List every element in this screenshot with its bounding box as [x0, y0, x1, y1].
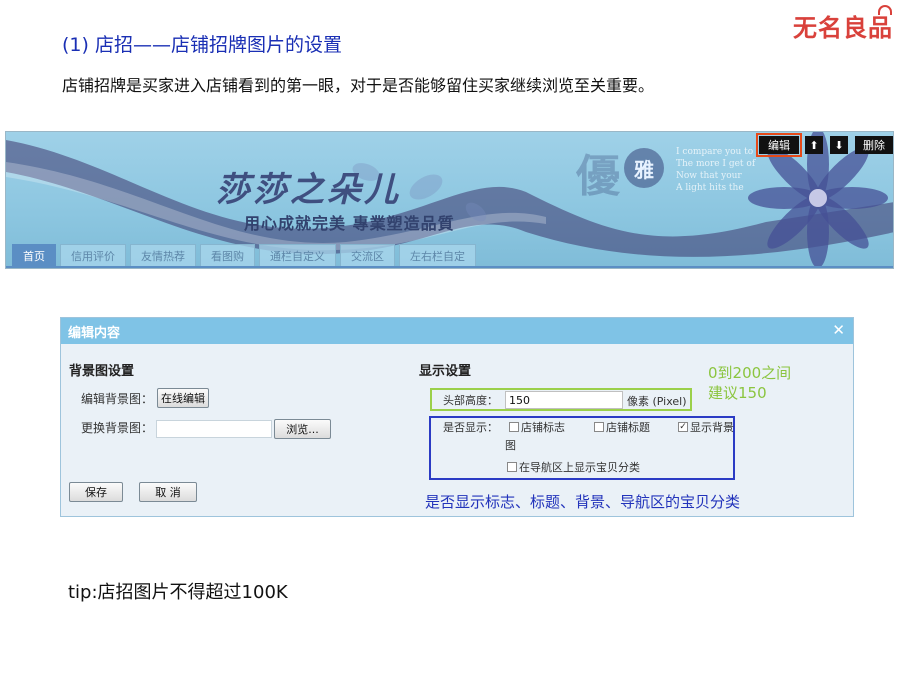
checkbox-show-background[interactable]: ✓ 显示背景	[678, 419, 734, 435]
tip-text: tip:店招图片不得超过100K	[68, 582, 288, 603]
banner-delete-button[interactable]: 删除	[855, 136, 893, 154]
edit-online-button[interactable]: 在线编辑	[157, 388, 209, 408]
nav-tab-forum[interactable]: 交流区	[340, 244, 395, 266]
checkbox-shop-logo[interactable]: 店铺标志	[509, 419, 565, 435]
height-unit: 像素 (Pixel)	[627, 395, 687, 408]
edit-bg-label: 编辑背景图：	[81, 392, 154, 406]
shop-slogan: 用心成就完美 專業塑造品質	[244, 214, 455, 233]
height-range-note: 0到200之间 建议150	[708, 364, 792, 402]
header-height-input[interactable]: 150	[505, 391, 623, 409]
nav-divider	[6, 266, 893, 268]
nav-tab-friends[interactable]: 友情热荐	[130, 244, 196, 266]
show-label: 是否显示：	[443, 421, 498, 434]
move-down-icon[interactable]: ⬇	[830, 136, 848, 154]
section-title: (1) 店招——店铺招牌图片的设置	[62, 34, 342, 56]
nav-tab-custom-bar[interactable]: 通栏自定义	[259, 244, 336, 266]
shop-nav: 首页 信用评价 友情热荐 看图购 通栏自定义 交流区 左右栏自定	[12, 244, 480, 266]
checkbox-box[interactable]	[594, 422, 604, 432]
bg-file-input[interactable]	[156, 420, 272, 438]
nav-tab-credit[interactable]: 信用评价	[60, 244, 126, 266]
cancel-button[interactable]: 取 消	[139, 482, 197, 502]
browse-button[interactable]: 浏览...	[274, 419, 331, 439]
move-up-icon[interactable]: ⬆	[805, 136, 823, 154]
change-bg-label: 更换背景图：	[81, 421, 154, 435]
nav-tab-home[interactable]: 首页	[12, 244, 56, 266]
checkbox-shop-title[interactable]: 店铺标题	[594, 419, 650, 435]
display-options-note: 是否显示标志、标题、背景、导航区的宝贝分类	[425, 493, 741, 511]
shopping-bag-icon	[878, 5, 892, 15]
banner-poem: I compare you to The more I get of Now t…	[676, 147, 756, 193]
checkbox-nav-categories[interactable]: 在导航区上显示宝贝分类	[507, 459, 640, 475]
dialog-header: 编辑内容 ✕	[61, 318, 853, 344]
save-button[interactable]: 保存	[69, 482, 123, 502]
checkbox-box[interactable]	[509, 422, 519, 432]
edit-dialog: 编辑内容 ✕ 背景图设置 编辑背景图： 在线编辑 更换背景图： 浏览... 保存…	[60, 317, 854, 517]
shop-banner: 優 雅 I compare you to The more I get of N…	[5, 131, 894, 269]
banner-elegant-char: 優	[576, 151, 620, 202]
dialog-title: 编辑内容	[68, 325, 121, 341]
close-icon[interactable]: ✕	[832, 321, 845, 339]
nav-tab-side-custom[interactable]: 左右栏自定	[399, 244, 476, 266]
banner-elegant-badge: 雅	[624, 148, 664, 188]
display-settings-heading: 显示设置	[419, 364, 472, 379]
checkmark-icon[interactable]: ✓	[678, 422, 688, 432]
bg-settings-heading: 背景图设置	[69, 364, 135, 379]
nav-tab-picture-buy[interactable]: 看图购	[200, 244, 255, 266]
height-label: 头部高度：	[443, 394, 498, 407]
shop-name: 莎莎之朵儿	[216, 170, 401, 210]
checkbox-box[interactable]	[507, 462, 517, 472]
banner-edit-button[interactable]: 编辑	[756, 133, 802, 157]
intro-text: 店铺招牌是买家进入店铺看到的第一眼，对于是否能够留住买家继续浏览至关重要。	[62, 76, 655, 95]
wrapped-label-char: 图	[505, 439, 516, 452]
